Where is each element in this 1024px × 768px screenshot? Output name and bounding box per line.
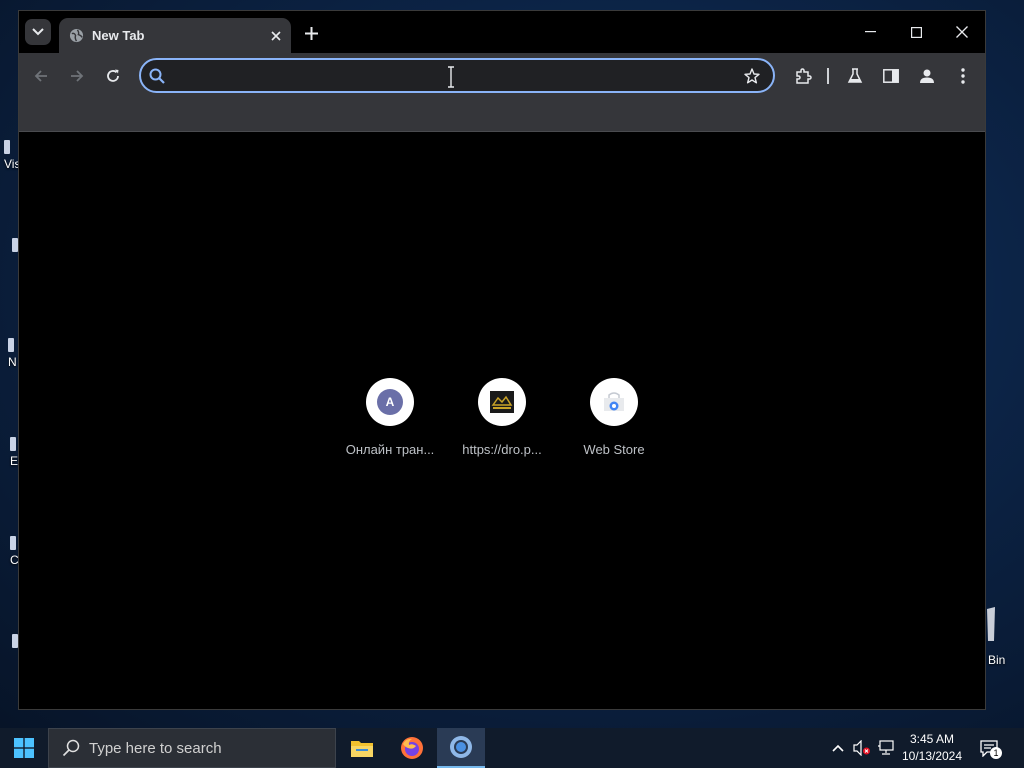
maximize-icon — [910, 26, 922, 38]
minimize-icon — [864, 31, 876, 33]
clock-date: 10/13/2024 — [901, 749, 963, 763]
side-panel-button[interactable] — [877, 62, 905, 90]
side-panel-icon — [883, 69, 899, 83]
shortcut-label: https://dro.p... — [462, 442, 542, 457]
chrome-app[interactable] — [437, 728, 485, 768]
web-store-icon — [604, 392, 624, 411]
taskbar: Type here to search 3:45 AM 10/13/2024 1 — [0, 728, 1024, 768]
shortcut-favicon — [590, 378, 638, 426]
show-hidden-icons-chevron-up-icon[interactable] — [828, 738, 848, 758]
windows-logo-icon — [14, 738, 34, 758]
person-icon — [920, 69, 934, 83]
shortcut-favicon: A — [366, 378, 414, 426]
close-tab-icon[interactable] — [265, 25, 287, 47]
forward-button[interactable] — [63, 62, 91, 90]
desktop-icon[interactable]: N — [8, 338, 17, 369]
desktop-icon-glyph — [10, 437, 16, 451]
desktop-icon-label: E — [10, 454, 19, 468]
desktop-icon[interactable]: E — [10, 437, 18, 468]
desktop-icon-label: N — [8, 355, 17, 369]
tab-new-tab[interactable]: New Tab — [59, 18, 291, 53]
recycle-bin-icon[interactable]: Bin — [986, 607, 1005, 667]
system-clock[interactable]: 3:45 AM 10/13/2024 — [896, 731, 968, 765]
menu-button[interactable] — [949, 62, 977, 90]
shortcut-tile[interactable]: Web Store — [558, 378, 670, 468]
new-tab-page: A Онлайн тран... https://dro.p... Web St… — [19, 132, 985, 709]
close-icon — [956, 26, 968, 38]
recycle-bin-glyph — [987, 607, 995, 641]
plus-icon — [304, 26, 318, 40]
bookmark-star-icon[interactable] — [741, 65, 763, 87]
tab-strip: New Tab — [19, 11, 985, 53]
desktop-icon-glyph — [8, 338, 14, 352]
reload-icon — [107, 69, 119, 82]
back-button[interactable] — [27, 62, 55, 90]
recycle-bin-label: Bin — [988, 653, 1006, 667]
notification-count-badge: 1 — [990, 747, 1002, 759]
site-favicon-icon — [490, 391, 514, 413]
minimize-button[interactable] — [847, 17, 893, 47]
shortcut-tile[interactable]: https://dro.p... — [446, 378, 558, 468]
puzzle-icon — [795, 67, 812, 84]
letter-avatar-icon: A — [377, 389, 403, 415]
search-icon — [61, 738, 81, 758]
notification-center-button[interactable]: 1 — [978, 738, 1002, 759]
tab-search-button[interactable] — [25, 19, 51, 45]
labs-button[interactable] — [841, 62, 869, 90]
taskbar-search[interactable]: Type here to search — [48, 728, 336, 768]
search-icon — [147, 66, 167, 86]
shortcut-favicon — [478, 378, 526, 426]
shortcut-tile[interactable]: A Онлайн тран... — [334, 378, 446, 468]
maximize-button[interactable] — [893, 17, 939, 47]
close-window-button[interactable] — [939, 17, 985, 47]
toolbar — [19, 53, 985, 99]
new-tab-button[interactable] — [299, 21, 323, 45]
address-input[interactable] — [175, 64, 735, 88]
tab-title: New Tab — [92, 28, 145, 43]
bookmark-bar — [19, 99, 985, 132]
kebab-menu-icon — [961, 68, 965, 84]
profile-button[interactable] — [913, 62, 941, 90]
flask-icon — [847, 68, 863, 83]
volume-muted-icon[interactable] — [852, 738, 872, 758]
clock-time: 3:45 AM — [909, 732, 955, 746]
search-placeholder: Type here to search — [89, 739, 222, 757]
arrow-right-icon — [71, 70, 84, 82]
firefox-icon — [401, 737, 423, 759]
text-cursor-icon — [448, 66, 454, 88]
toolbar-divider — [827, 68, 829, 84]
chrome-icon — [450, 736, 472, 758]
extensions-button[interactable] — [789, 62, 817, 90]
desktop-icon-glyph — [4, 140, 10, 154]
firefox-app[interactable] — [388, 728, 436, 768]
chevron-down-icon — [32, 28, 44, 36]
globe-icon — [68, 28, 84, 44]
reload-button[interactable] — [99, 62, 127, 90]
file-explorer-app[interactable] — [338, 728, 386, 768]
arrow-left-icon — [34, 70, 47, 82]
address-bar[interactable] — [139, 58, 775, 93]
browser-window: New Tab A Онлайн тран... https://dro.p..… — [18, 10, 986, 710]
start-button[interactable] — [0, 728, 48, 768]
network-icon[interactable] — [876, 738, 896, 758]
shortcut-label: Web Store — [583, 442, 645, 457]
folder-icon — [351, 741, 373, 757]
desktop-icon-glyph — [10, 536, 16, 550]
shortcut-label: Онлайн тран... — [345, 442, 435, 457]
